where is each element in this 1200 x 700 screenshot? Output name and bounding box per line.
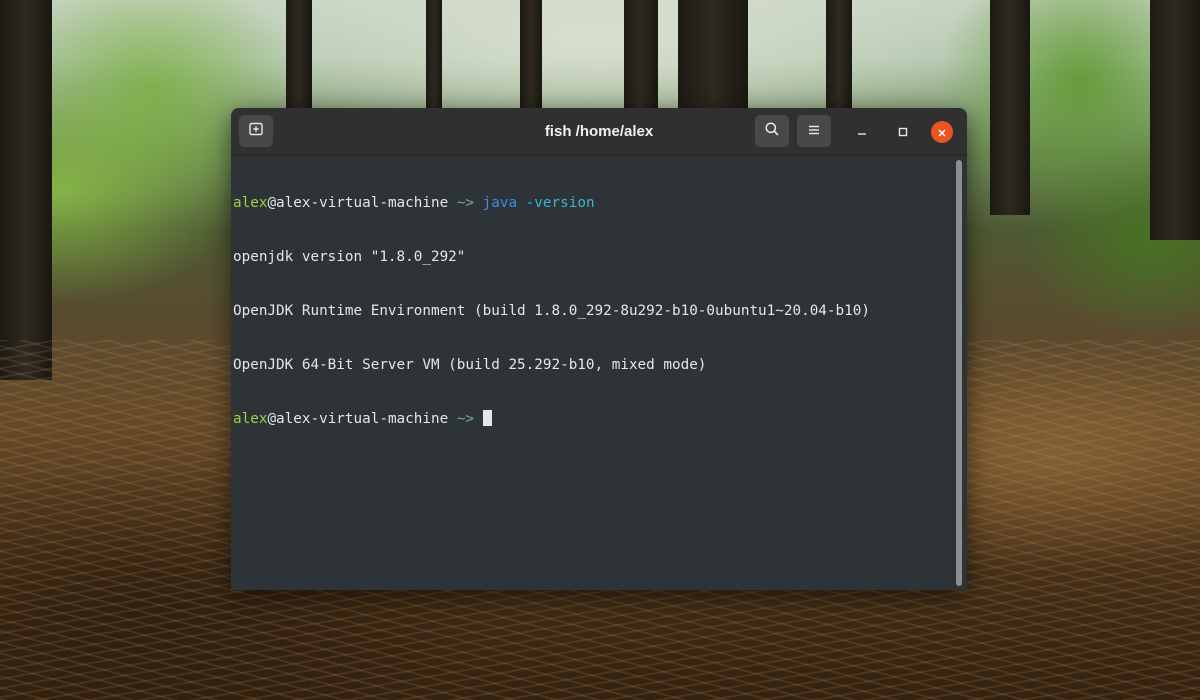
minimize-button[interactable] [851,121,873,143]
search-icon [764,121,780,141]
command-name: java [482,195,518,211]
tree-trunk [0,0,52,380]
tree-trunk [826,0,852,120]
text-cursor [482,410,492,426]
prompt-user: alex [233,411,268,427]
prompt-line: alex@alex-virtual-machine ~> java -versi… [233,194,953,212]
prompt-path: ~> [456,411,475,427]
new-tab-icon [248,121,264,141]
menu-button[interactable] [797,115,831,147]
output-line: OpenJDK 64-Bit Server VM (build 25.292-b… [233,357,707,373]
terminal-scrollbar[interactable] [956,160,962,586]
tree-trunk [678,0,748,120]
prompt-path: ~> [456,195,475,211]
close-icon [937,123,947,142]
tree-trunk [624,0,658,120]
tree-trunk [520,0,542,120]
prompt-host: @alex-virtual-machine [267,411,449,427]
tree-trunk [426,0,442,120]
command-args: -version [525,195,595,211]
hamburger-menu-icon [807,122,821,141]
tree-trunk [1150,0,1200,240]
minimize-icon [856,123,868,142]
output-line: OpenJDK Runtime Environment (build 1.8.0… [233,303,870,319]
output-line: openjdk version "1.8.0_292" [233,249,466,265]
terminal-window[interactable]: fish /home/alex alex@alex-virtual-machin… [231,108,967,590]
search-button[interactable] [755,115,789,147]
maximize-icon [897,123,909,142]
prompt-line: alex@alex-virtual-machine ~> [233,410,953,428]
terminal-titlebar[interactable]: fish /home/alex [231,108,967,156]
close-button[interactable] [931,121,953,143]
prompt-host: @alex-virtual-machine [267,195,449,211]
maximize-button[interactable] [892,121,914,143]
terminal-output-area[interactable]: alex@alex-virtual-machine ~> java -versi… [233,156,953,590]
new-tab-button[interactable] [239,115,273,147]
tree-trunk [990,0,1030,215]
prompt-user: alex [233,195,268,211]
